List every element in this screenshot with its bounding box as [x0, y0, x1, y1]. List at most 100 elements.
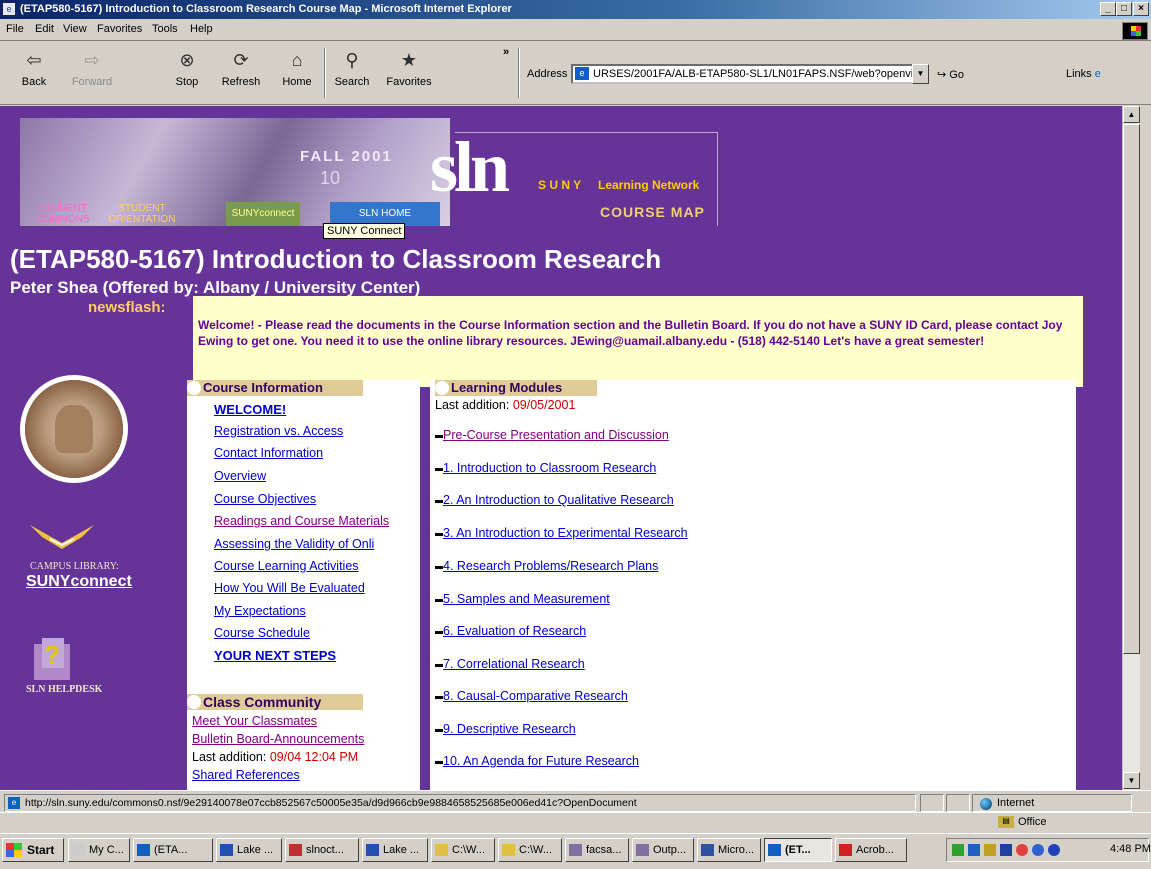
module-link[interactable]: 7. Correlational Research [443, 657, 585, 671]
home-button[interactable]: ⌂ Home [275, 48, 319, 104]
tray-icon[interactable] [1048, 844, 1060, 856]
shared-references-link[interactable]: Shared References [192, 768, 300, 782]
welcome-link[interactable]: WELCOME! [214, 402, 286, 417]
assessing-validity-link[interactable]: Assessing the Validity of Onli [214, 537, 374, 551]
module-bullet-icon [435, 500, 443, 503]
bulletin-board-link[interactable]: Bulletin Board-Announcements [192, 732, 364, 746]
tray-icon[interactable] [968, 844, 980, 856]
back-button[interactable]: ⇦ Back [12, 48, 56, 104]
taskbar-item[interactable]: slnoct... [285, 838, 359, 862]
taskbar-item[interactable]: Acrob... [835, 838, 907, 862]
sunyconnect-tab[interactable]: SUNYconnect [226, 202, 300, 226]
registration-link[interactable]: Registration vs. Access [214, 424, 343, 438]
module-link[interactable]: 3. An Introduction to Experimental Resea… [443, 526, 688, 540]
clock[interactable]: 4:48 PM [1110, 843, 1151, 855]
course-title: (ETAP580-5167) Introduction to Classroom… [10, 244, 662, 274]
minimize-button[interactable]: _ [1100, 2, 1116, 16]
module-bullet-icon [435, 729, 443, 732]
menu-tools[interactable]: Tools [152, 23, 178, 35]
student-commons-tab[interactable]: STUDENT COMMONS [28, 202, 98, 226]
menu-view[interactable]: View [63, 23, 87, 35]
status-panel [946, 794, 970, 812]
readings-link[interactable]: Readings and Course Materials [214, 514, 389, 528]
module-link[interactable]: 1. Introduction to Classroom Research [443, 461, 656, 475]
close-button[interactable]: × [1133, 2, 1149, 16]
course-schedule-link[interactable]: Course Schedule [214, 626, 310, 640]
newsflash-box: Welcome! - Please read the documents in … [193, 296, 1083, 387]
student-orientation-tab[interactable]: STUDENT ORIENTATION [102, 202, 182, 226]
module-link[interactable]: Pre-Course Presentation and Discussion [443, 428, 669, 442]
page-icon: e [8, 797, 20, 809]
taskbar-item[interactable]: Outp... [632, 838, 694, 862]
forward-button[interactable]: ⇨ Forward [70, 48, 114, 104]
module-link[interactable]: 6. Evaluation of Research [443, 624, 586, 638]
maximize-button[interactable]: □ [1116, 2, 1132, 16]
sunyconnect-link[interactable]: SUNYconnect [26, 573, 132, 591]
evaluation-link[interactable]: How You Will Be Evaluated [214, 581, 365, 595]
module-link[interactable]: 5. Samples and Measurement [443, 592, 610, 606]
module-bullet-icon [435, 664, 443, 667]
module-link[interactable]: 8. Causal-Comparative Research [443, 689, 628, 703]
module-link[interactable]: 4. Research Problems/Research Plans [443, 559, 658, 573]
module-link[interactable]: 2. An Introduction to Qualitative Resear… [443, 493, 674, 507]
helpdesk-question-icon[interactable]: ? [34, 638, 70, 680]
links-button[interactable]: Links e [1066, 68, 1101, 80]
module-link[interactable]: 9. Descriptive Research [443, 722, 576, 736]
module-bullet-icon [435, 533, 443, 536]
office-shortcut-bar [0, 812, 1151, 830]
learning-activities-link[interactable]: Course Learning Activities [214, 559, 359, 573]
home-icon: ⌂ [291, 50, 303, 70]
tray-icon[interactable] [952, 844, 964, 856]
expectations-link[interactable]: My Expectations [214, 604, 306, 618]
taskbar-item[interactable]: (ETA... [133, 838, 213, 862]
calendar-icon [569, 844, 582, 856]
module-link[interactable]: 10. An Agenda for Future Research [443, 754, 639, 768]
module-bullet-icon [435, 599, 443, 602]
vertical-scrollbar[interactable]: ▲ ▼ [1122, 106, 1140, 790]
search-icon: ⚲ [345, 50, 359, 70]
university-seal-image[interactable] [25, 380, 123, 478]
learning-network-label: Learning Network [598, 178, 700, 192]
refresh-button[interactable]: ⟳ Refresh [219, 48, 263, 104]
overview-link[interactable]: Overview [214, 469, 266, 483]
taskbar-item[interactable]: Lake ... [362, 838, 428, 862]
taskbar-item[interactable]: Micro... [697, 838, 761, 862]
course-map-label: COURSE MAP [600, 204, 705, 220]
menu-favorites[interactable]: Favorites [97, 23, 142, 35]
window-title-bar[interactable]: (ETAP580-5167) Introduction to Classroom… [0, 0, 1151, 19]
menu-edit[interactable]: Edit [35, 23, 54, 35]
scroll-up-button[interactable]: ▲ [1123, 106, 1140, 123]
address-dropdown-button[interactable]: ▼ [912, 64, 929, 84]
contact-information-link[interactable]: Contact Information [214, 446, 323, 460]
address-input[interactable]: e URSES/2001FA/ALB-ETAP580-SL1/LN01FAPS.… [571, 64, 914, 84]
favorites-icon: ★ [400, 50, 418, 70]
taskbar-item[interactable]: facsa... [565, 838, 629, 862]
scroll-thumb[interactable] [1123, 124, 1140, 654]
scroll-down-button[interactable]: ▼ [1123, 772, 1140, 789]
tray-icon[interactable] [1000, 844, 1012, 856]
window-title: (ETAP580-5167) Introduction to Classroom… [20, 3, 512, 15]
tray-icon[interactable] [984, 844, 996, 856]
word-icon [366, 844, 379, 856]
taskbar-item-active[interactable]: (ET... [764, 838, 832, 862]
course-objectives-link[interactable]: Course Objectives [214, 492, 316, 506]
taskbar-item[interactable]: C:\W... [498, 838, 562, 862]
menu-help[interactable]: Help [190, 23, 213, 35]
search-button[interactable]: ⚲ Search [330, 48, 374, 104]
go-button[interactable]: ↪ Go [937, 68, 964, 81]
next-steps-link[interactable]: YOUR NEXT STEPS [214, 648, 336, 663]
taskbar-item[interactable]: My C... [68, 838, 130, 862]
stop-button[interactable]: ⊗ Stop [165, 48, 209, 104]
tray-icon[interactable] [1032, 844, 1044, 856]
forward-arrow-icon: ⇨ [84, 50, 100, 70]
meet-classmates-link[interactable]: Meet Your Classmates [192, 714, 317, 728]
office-label[interactable]: Office [1018, 816, 1047, 828]
status-panel [920, 794, 944, 812]
favorites-button[interactable]: ★ Favorites [379, 48, 439, 104]
taskbar-item[interactable]: Lake ... [216, 838, 282, 862]
menu-file[interactable]: File [6, 23, 24, 35]
taskbar-item[interactable]: C:\W... [431, 838, 495, 862]
campus-library-bird-icon[interactable] [30, 523, 95, 551]
tray-icon[interactable] [1016, 844, 1028, 856]
toolbar-overflow-chevron[interactable]: » [503, 46, 509, 58]
